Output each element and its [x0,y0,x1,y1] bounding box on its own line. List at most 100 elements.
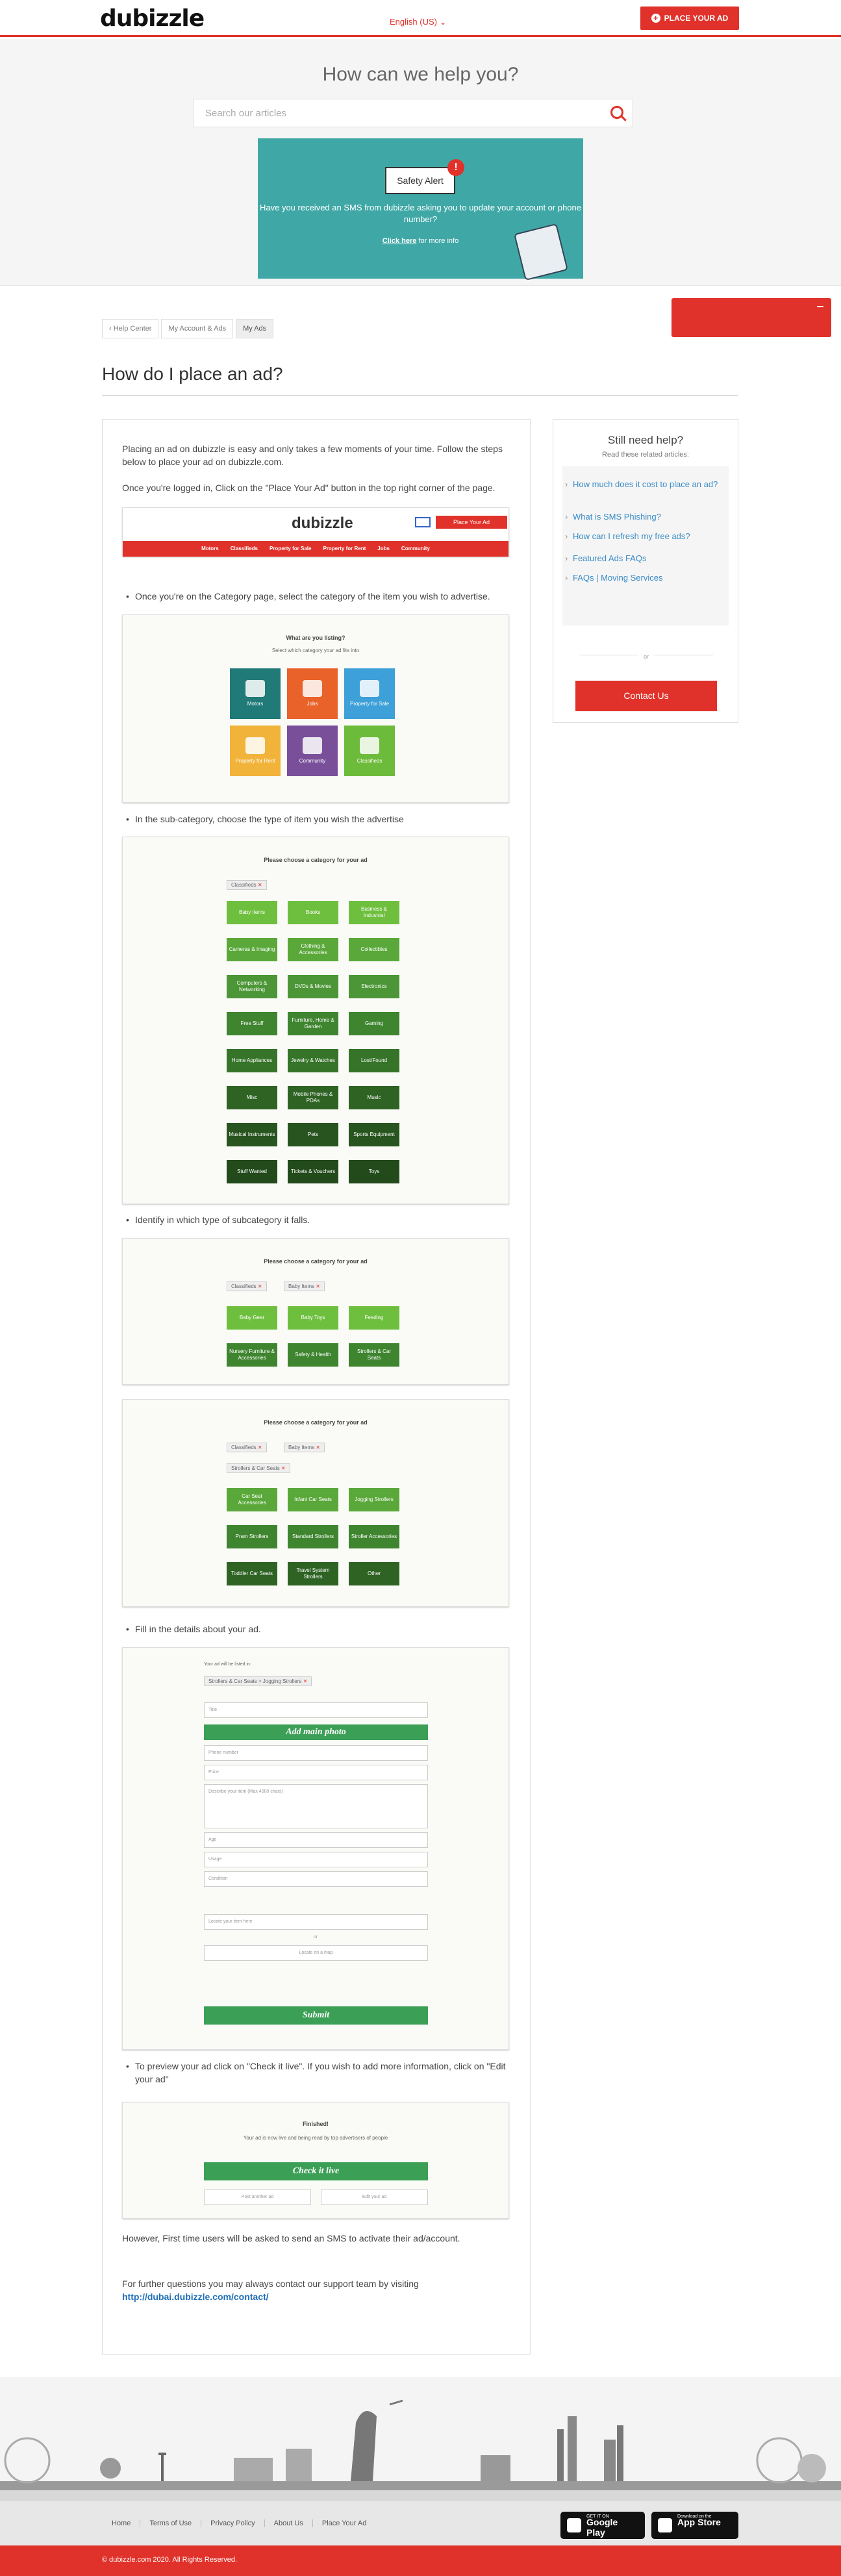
shot-menu: Motors Classifieds Property for Sale Proper… [123,541,508,557]
language-label: English (US) [390,17,437,27]
map-button: Locate on a map [204,1945,428,1961]
phone-field: Phone number [204,1745,428,1761]
details-screenshot: Your ad will be listed in: Strollers & C… [122,1647,509,2050]
category-icon [245,737,265,754]
related-article-link[interactable]: Featured Ads FAQs [565,552,722,564]
subcategory-tile: Clothing & Accessories [288,938,338,961]
subcategory-tile: DVDs & Movies [288,975,338,998]
chip: Baby Items [284,1443,325,1452]
add-photo-button: Add main photo [204,1724,428,1740]
condition-select: Condition [204,1871,428,1887]
breadcrumb: ‹ Help Center My Account & Ads My Ads [102,319,274,338]
logo[interactable]: dubizzle [100,5,205,32]
subcategory-tile: Baby Gear [227,1306,277,1330]
article-body: Placing an ad on dubizzle is easy and on… [102,419,531,2355]
skyline-icon [0,2399,841,2501]
footer-link[interactable]: Home [112,2519,140,2527]
subcategory-tile: Free Stuff [227,1012,277,1035]
subcategory-tile: Car Seat Accessories [227,1488,277,1511]
related-article-link[interactable]: FAQs | Moving Services [565,572,722,584]
subcategory-tile: Standard Strollers [288,1525,338,1548]
step-category: Once you're on the Category page, select… [126,590,512,603]
breadcrumb-label: Help Center [113,325,152,333]
related-article-link[interactable]: How much does it cost to place an ad? [565,478,722,490]
play-icon [567,2518,581,2532]
place-ad-button[interactable]: + PLACE YOUR AD [640,6,739,30]
sms-text: However, First time users will be asked … [122,2233,460,2243]
type-screenshot-2: Please choose a category for your ad Cla… [122,1399,509,1607]
shot-menu-item: Classifieds [230,546,258,551]
gp-small: GET IT ON [586,2514,609,2519]
shot-menu-item: Jobs [377,546,390,551]
plus-icon: + [651,14,660,23]
shot-menu-item: Property for Rent [323,546,366,551]
search-placeholder: Search our articles [205,108,287,119]
subcategory-tile: Misc [227,1086,277,1109]
hero-title: How can we help you? [322,64,519,85]
chip: Baby Items [284,1282,325,1291]
tile-label: Motors [247,701,264,707]
subcategory-tile: Electronics [349,975,399,998]
shot-menu-item: Community [401,546,430,551]
submit-button: Submit [204,2006,428,2025]
place-ad-label: PLACE YOUR AD [664,14,729,23]
contact-link[interactable]: http://dubai.dubizzle.com/contact/ [122,2292,269,2302]
footer-link[interactable]: Place Your Ad [312,2519,376,2527]
minimize-icon[interactable] [817,306,823,307]
app-store-badge[interactable]: Download on the App Store [651,2512,738,2539]
subcategory-tile: Stuff Wanted [227,1160,277,1183]
price-field: Price [204,1765,428,1780]
header: dubizzle English (US) ⌄ + PLACE YOUR AD [0,0,841,37]
breadcrumb-my-ads[interactable]: My Ads [236,319,274,338]
phone-icon [514,223,568,281]
chevron-left-icon: ‹ [109,325,112,333]
shot-menu-item: Motors [201,546,219,551]
subcategory-tile: Music [349,1086,399,1109]
breadcrumb-help-center[interactable]: ‹ Help Center [102,319,159,338]
category-tile: Motors [230,668,281,719]
contact-prefix: For further questions you may always con… [122,2279,419,2289]
click-here-link[interactable]: Click here [383,237,417,245]
sidebar-subtitle: Read these related articles: [602,451,689,459]
shot-subcaption: Your ad is now live and being read by to… [243,2135,388,2141]
search-icon[interactable] [610,106,623,119]
category-tile: Community [287,726,338,776]
footer-link[interactable]: Terms of Use [140,2519,201,2527]
related-article-link[interactable]: What is SMS Phishing? [565,511,722,523]
shot-menu-item: Property for Sale [269,546,312,551]
subcategory-tile: Pram Strollers [227,1525,277,1548]
footer-link[interactable]: Privacy Policy [201,2519,264,2527]
feedback-widget[interactable] [672,298,831,337]
tile-label: Property for Sale [349,701,390,707]
search-input[interactable]: Search our articles [193,99,633,127]
subcategory-tile: Strollers & Car Seats [349,1343,399,1367]
subcategory-tile: Baby Items [227,901,277,924]
tile-label: Jobs [307,701,318,707]
footer-link[interactable]: About Us [264,2519,312,2527]
or-divider: or [579,653,713,667]
more-info-text: for more info [416,237,459,245]
related-article-link[interactable]: How can I refresh my free ads? [565,530,722,542]
language-selector[interactable]: English (US) ⌄ [390,17,447,27]
skyline-illustration [0,2377,841,2501]
shot-caption: Finished! [303,2121,329,2127]
type-screenshot-1: Please choose a category for your ad Cla… [122,1238,509,1385]
tile-label: Classifieds [357,758,383,764]
subcategory-screenshot: Please choose a category for your ad Cla… [122,837,509,1204]
breadcrumb-account[interactable]: My Account & Ads [161,319,234,338]
contact-us-button[interactable]: Contact Us [575,681,717,711]
safety-alert-bubble: Safety Alert [385,167,455,194]
subcategory-tile: Collectibles [349,938,399,961]
copyright: © dubizzle.com 2020. All Rights Reserved… [0,2545,841,2576]
google-play-badge[interactable]: GET IT ON Google Play [560,2512,645,2539]
intro-text: Placing an ad on dubizzle is easy and on… [122,444,503,467]
subcategory-tile: Safety & Health [288,1343,338,1367]
subcategory-tile: Books [288,901,338,924]
subcategory-tile: Musical Instruments [227,1123,277,1146]
subcategory-tile: Gaming [349,1012,399,1035]
subcategory-tile: Sports Equipment [349,1123,399,1146]
safety-alert-banner[interactable]: Safety Alert ! Have you received an SMS … [258,138,583,281]
or-label: or [638,653,654,660]
divider [102,395,738,396]
subcategory-tile: Jogging Strollers [349,1488,399,1511]
